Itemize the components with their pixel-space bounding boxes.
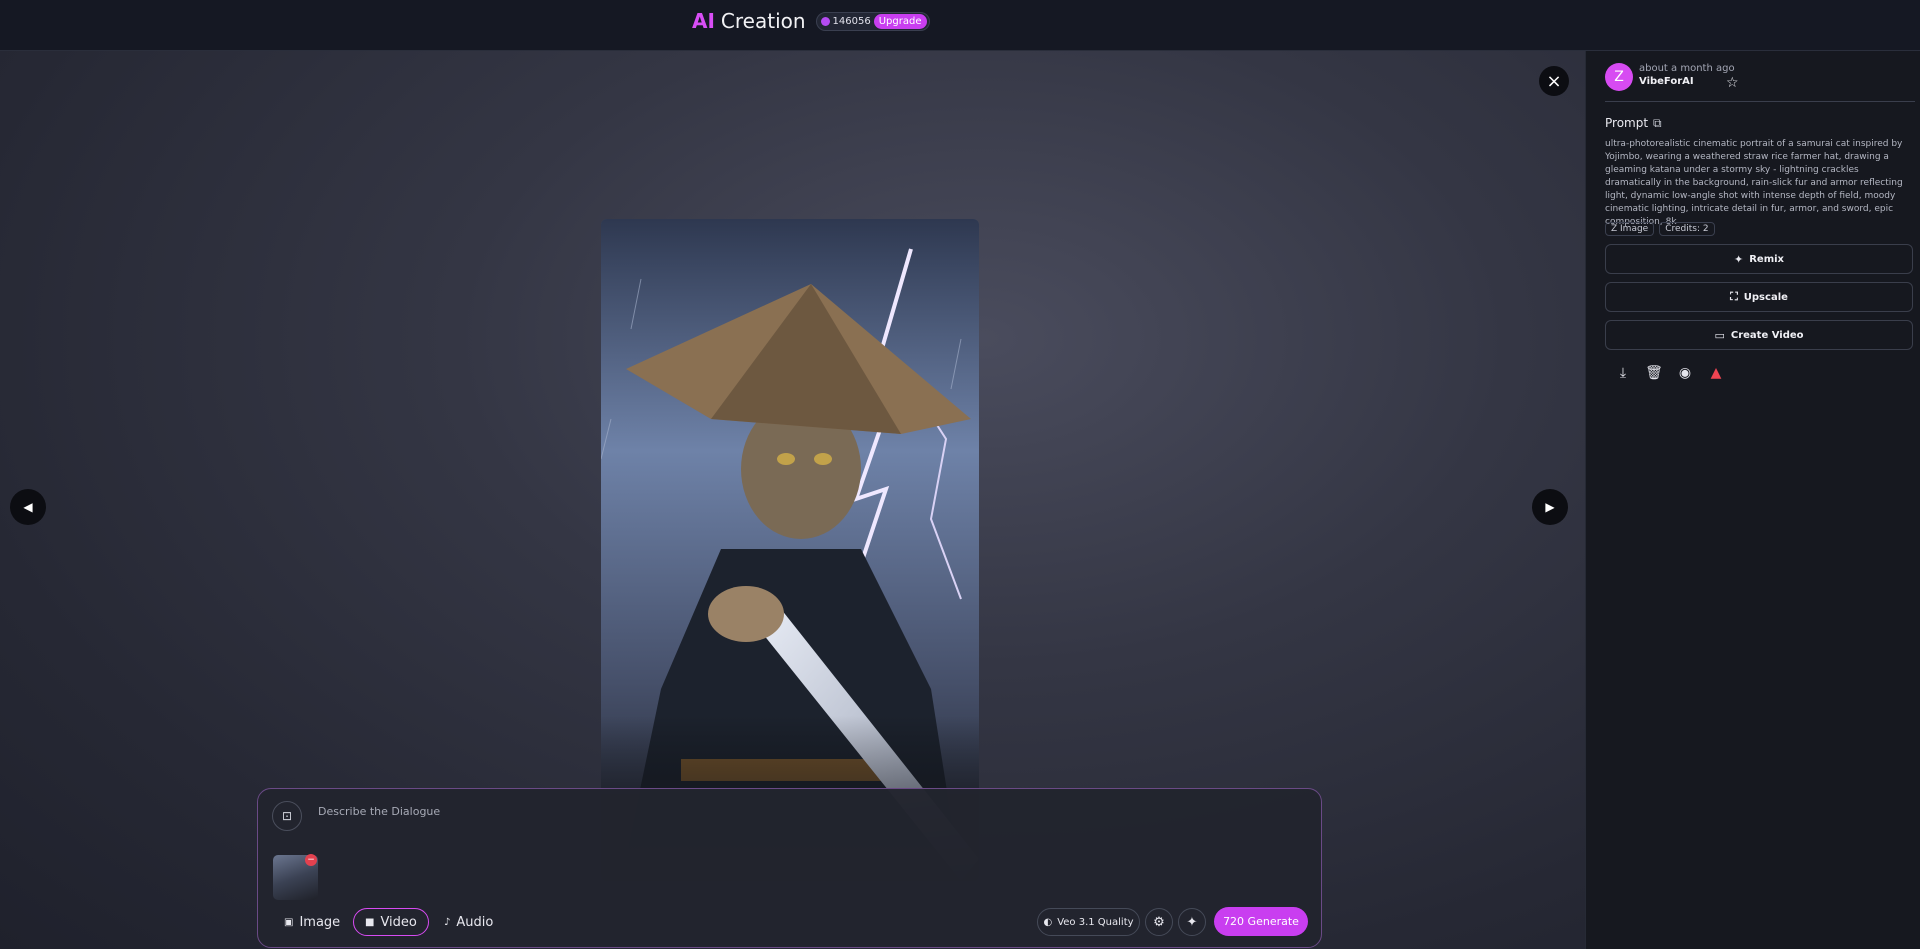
dialogue-input[interactable]: Describe the Dialogue <box>318 805 440 818</box>
avatar[interactable]: Z <box>1605 63 1633 91</box>
remix-button[interactable]: ✦ Remix <box>1605 244 1913 274</box>
image-icon: ▣ <box>284 916 294 928</box>
prompt-composer: ⊡ Describe the Dialogue − ▣ Image ■ Vide… <box>257 788 1322 948</box>
delete-icon[interactable]: 🗑 <box>1645 364 1663 382</box>
generate-button[interactable]: 720 Generate <box>1214 907 1308 936</box>
upscale-button[interactable]: ⛶ Upscale <box>1605 282 1913 312</box>
top-bar: AI Creation 146056 Upgrade <box>0 0 1920 51</box>
copy-icon[interactable]: ⧉ <box>1653 116 1662 131</box>
username[interactable]: VibeForAI <box>1639 76 1694 87</box>
credit-coin-icon <box>820 16 830 26</box>
chevron-left-icon: ◀ <box>23 500 33 514</box>
credits-count: 146056 <box>832 15 871 27</box>
upscale-label: Upscale <box>1743 291 1788 303</box>
generated-image <box>601 219 979 881</box>
tab-audio[interactable]: ♪ Audio <box>433 908 504 936</box>
video-icon: ■ <box>365 916 375 928</box>
report-warning-icon[interactable]: ▲ <box>1707 364 1725 382</box>
previous-image-button[interactable]: ◀ <box>10 489 46 525</box>
create-video-label: Create Video <box>1730 329 1804 341</box>
upscale-icon: ⛶ <box>1730 290 1738 303</box>
chevron-right-icon: ▶ <box>1545 500 1555 514</box>
tab-image[interactable]: ▣ Image <box>273 908 351 936</box>
enhance-prompt-button[interactable]: ✦ <box>1178 908 1206 936</box>
divider <box>1605 101 1915 102</box>
model-selector[interactable]: ◐ Veo 3.1 Quality <box>1037 908 1140 936</box>
image-upload-icon: ⊡ <box>281 809 293 823</box>
model-tag: Z Image <box>1605 222 1655 236</box>
brand: AI Creation 146056 Upgrade <box>692 9 930 33</box>
upgrade-button[interactable]: Upgrade <box>873 13 927 29</box>
sparkle-icon: ✦ <box>1186 914 1198 930</box>
prompt-text: ultra-photorealistic cinematic portrait … <box>1605 139 1903 227</box>
samurai-cat-illustration <box>601 219 979 881</box>
download-icon[interactable]: ⤓ <box>1614 364 1632 382</box>
music-note-icon: ♪ <box>444 916 451 928</box>
image-upload-button[interactable]: ⊡ <box>272 801 302 831</box>
palette-icon: ◐ <box>1043 916 1053 928</box>
tab-audio-label: Audio <box>456 914 494 930</box>
details-sidebar: Z about a month ago VibeForAI ☆ Prompt ⧉… <box>1585 51 1920 949</box>
close-icon: × <box>1546 70 1562 92</box>
tab-video-label: Video <box>380 914 417 930</box>
remove-thumbnail-icon[interactable]: − <box>305 854 317 866</box>
create-video-button[interactable]: ▭ Create Video <box>1605 320 1913 350</box>
brand-ai-logo: AI <box>692 9 715 33</box>
tab-video[interactable]: ■ Video <box>353 908 429 936</box>
tag-list: Z Image Credits: 2 <box>1605 222 1715 236</box>
image-actions: ⤓ 🗑 ◉ ▲ <box>1614 364 1725 382</box>
credits-badge[interactable]: 146056 Upgrade <box>815 11 930 31</box>
video-camera-icon: ▭ <box>1714 328 1725 342</box>
prompt-label: Prompt <box>1605 116 1649 130</box>
next-image-button[interactable]: ▶ <box>1532 489 1568 525</box>
tab-image-label: Image <box>299 914 341 930</box>
model-label: Veo 3.1 Quality <box>1057 916 1134 928</box>
remix-label: Remix <box>1749 253 1784 265</box>
brand-name: Creation <box>720 9 806 33</box>
sparkle-icon: ✦ <box>1734 252 1744 266</box>
settings-button[interactable]: ⚙ <box>1145 908 1173 936</box>
gear-icon: ⚙ <box>1153 914 1165 930</box>
credits-tag: Credits: 2 <box>1659 222 1715 236</box>
close-button[interactable]: × <box>1539 66 1569 96</box>
eye-icon[interactable]: ◉ <box>1676 364 1694 382</box>
favorite-star-icon[interactable]: ☆ <box>1726 75 1739 91</box>
timestamp: about a month ago <box>1639 63 1735 74</box>
